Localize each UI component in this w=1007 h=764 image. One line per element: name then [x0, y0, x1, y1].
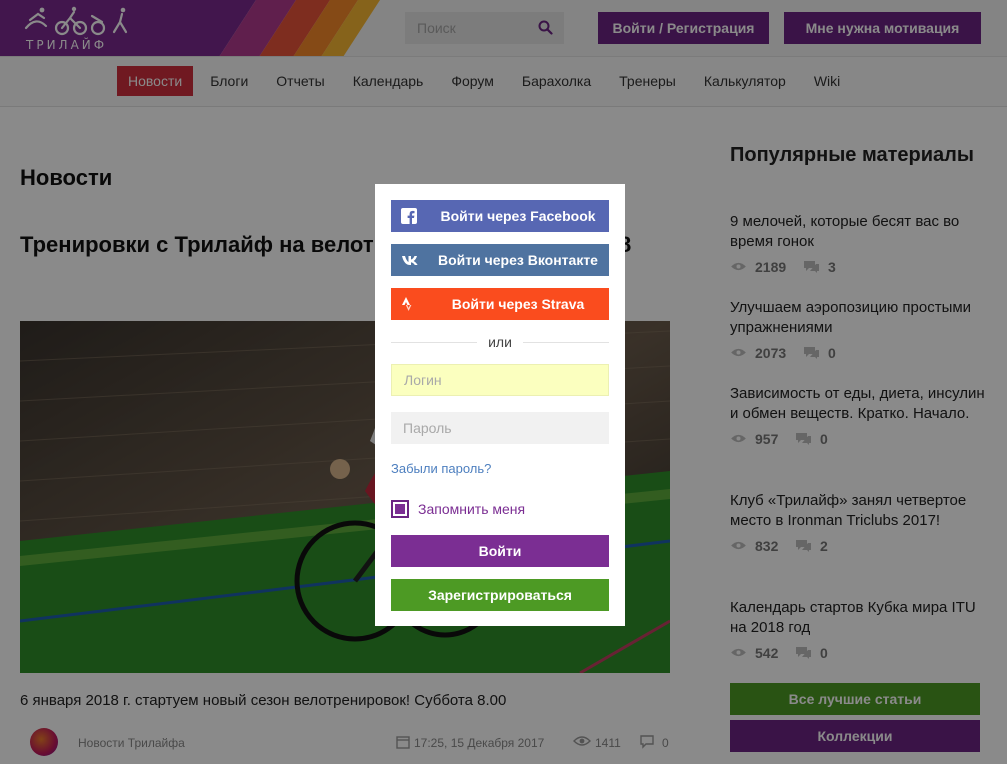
facebook-icon [401, 208, 417, 224]
register-button[interactable]: Зарегистрироваться [391, 579, 609, 611]
vk-icon [402, 256, 418, 265]
divider-line [523, 342, 609, 343]
login-modal: Войти через Facebook Войти через Вконтак… [375, 184, 625, 626]
facebook-login-label: Войти через Facebook [440, 208, 596, 224]
strava-login-label: Войти через Strava [451, 296, 585, 312]
vk-login-button[interactable]: Войти через Вконтакте [391, 244, 609, 276]
forgot-password-link[interactable]: Забыли пароль? [391, 461, 491, 476]
strava-login-button[interactable]: Войти через Strava [391, 288, 609, 320]
password-input[interactable] [391, 412, 609, 444]
facebook-login-button[interactable]: Войти через Facebook [391, 200, 609, 232]
strava-icon [402, 297, 412, 311]
login-input[interactable] [391, 364, 609, 396]
remember-me-label[interactable]: Запомнить меня [418, 501, 525, 517]
remember-me-checkbox[interactable] [391, 500, 409, 518]
vk-login-label: Войти через Вконтакте [438, 252, 598, 268]
or-divider: или [391, 334, 609, 350]
sign-in-button[interactable]: Войти [391, 535, 609, 567]
